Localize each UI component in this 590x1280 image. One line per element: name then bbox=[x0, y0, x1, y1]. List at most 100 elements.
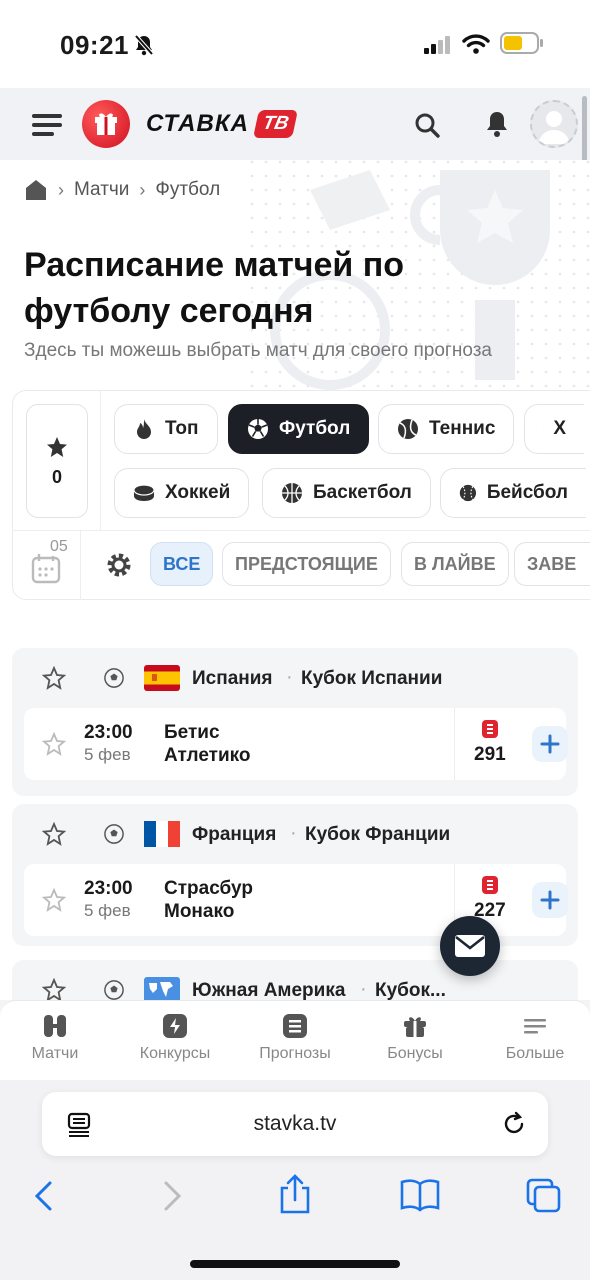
spain-flag-icon bbox=[144, 665, 180, 691]
nav-contests[interactable]: Конкурсы bbox=[120, 1013, 230, 1063]
bottom-nav: Матчи Конкурсы Прогнозы Бонусы Больше bbox=[0, 1000, 590, 1080]
favorites-filter-button[interactable]: 0 bbox=[26, 404, 88, 518]
football-icon bbox=[248, 419, 268, 439]
sport-chip-hockey[interactable]: Хоккей bbox=[114, 468, 250, 518]
star-outline-icon[interactable] bbox=[42, 822, 66, 846]
team-away: Монако bbox=[164, 901, 235, 922]
logo-gift-icon[interactable] bbox=[82, 100, 130, 148]
row-divider bbox=[454, 708, 455, 780]
football-icon bbox=[104, 980, 124, 1000]
settings-gear-icon[interactable] bbox=[106, 552, 132, 578]
matches-icon bbox=[44, 1015, 66, 1037]
url-text[interactable]: stavka.tv bbox=[42, 1112, 548, 1136]
match-date: 5 фев bbox=[84, 745, 131, 764]
team-home: Бетис bbox=[164, 722, 220, 743]
sport-chip-football[interactable]: Футбол bbox=[228, 404, 370, 454]
sport-chip-label: Х bbox=[553, 418, 566, 439]
match-row[interactable]: 23:00 5 фев Бетис Атлетико 291 bbox=[24, 708, 568, 780]
france-flag-icon bbox=[144, 821, 180, 847]
calendar-icon bbox=[31, 554, 61, 584]
league-name[interactable]: Кубок Франции bbox=[305, 824, 450, 846]
add-button[interactable] bbox=[532, 726, 568, 762]
breadcrumb: › Матчи › Футбол bbox=[24, 178, 220, 202]
league-country[interactable]: Франция bbox=[192, 824, 276, 846]
sport-chip-baseball[interactable]: Бейсбол bbox=[440, 468, 586, 518]
sport-chip-label: Хоккей bbox=[165, 482, 231, 503]
logo-badge[interactable]: ТВ bbox=[253, 110, 299, 138]
separator-dot: · bbox=[290, 822, 297, 844]
league-name[interactable]: Кубок Испании bbox=[301, 668, 442, 690]
bell-icon[interactable] bbox=[486, 110, 508, 138]
nav-matches[interactable]: Матчи bbox=[0, 1013, 110, 1063]
avatar[interactable] bbox=[530, 100, 578, 148]
more-menu-icon bbox=[524, 1019, 546, 1034]
mail-floating-button[interactable] bbox=[440, 916, 500, 976]
logo-text[interactable]: СТАВКА bbox=[146, 110, 249, 138]
bell-muted-icon bbox=[134, 34, 154, 56]
bookmarks-icon[interactable] bbox=[400, 1178, 440, 1212]
breadcrumb-separator: › bbox=[58, 179, 64, 200]
filter-upcoming[interactable]: ПРЕДСТОЯЩИЕ bbox=[222, 542, 391, 586]
page-title: Расписание матчей по футболу сегодня bbox=[24, 246, 405, 330]
page-subtitle: Здесь ты можешь выбрать матч для своего … bbox=[24, 340, 492, 361]
breadcrumb-matches[interactable]: Матчи bbox=[74, 179, 129, 201]
league-country[interactable]: Испания bbox=[192, 668, 273, 690]
predictions-list-icon bbox=[283, 1014, 307, 1038]
gift-icon bbox=[404, 1017, 426, 1037]
sport-chip-basketball[interactable]: Баскетбол bbox=[262, 468, 431, 518]
sport-chip-label: Теннис bbox=[429, 418, 496, 439]
back-icon[interactable] bbox=[32, 1180, 56, 1212]
predictions-icon bbox=[482, 720, 498, 738]
sport-chip-tennis[interactable]: Теннис bbox=[378, 404, 515, 454]
panel-divider bbox=[12, 530, 590, 531]
star-icon bbox=[47, 436, 67, 457]
league-card: Южная Америка · Кубок... bbox=[12, 960, 578, 1000]
league-card: Испания · Кубок Испании 23:00 5 фев Бети… bbox=[12, 648, 578, 796]
tennis-ball-icon bbox=[398, 419, 418, 439]
nav-label: Конкурсы bbox=[139, 1045, 211, 1062]
team-away: Атлетико bbox=[164, 745, 251, 766]
status-time: 09:21 bbox=[60, 30, 129, 60]
star-outline-icon[interactable] bbox=[42, 732, 66, 756]
league-name[interactable]: Кубок... bbox=[375, 980, 446, 1000]
nav-predictions[interactable]: Прогнозы bbox=[240, 1013, 350, 1063]
sport-chip-top[interactable]: Топ bbox=[114, 404, 218, 454]
filter-all[interactable]: ВСЕ bbox=[150, 542, 214, 586]
predictions-icon bbox=[482, 876, 498, 894]
home-icon[interactable] bbox=[24, 178, 48, 202]
home-indicator bbox=[190, 1260, 400, 1268]
world-flag-icon bbox=[144, 977, 180, 1000]
status-bar: 09:21 bbox=[0, 0, 590, 88]
address-bar[interactable]: stavka.tv bbox=[42, 1092, 548, 1156]
share-icon[interactable] bbox=[278, 1174, 312, 1214]
add-button[interactable] bbox=[532, 882, 568, 918]
breadcrumb-separator: › bbox=[139, 179, 146, 200]
separator-dot: · bbox=[286, 666, 293, 688]
breadcrumb-football[interactable]: Футбол bbox=[155, 179, 220, 201]
panel-divider bbox=[100, 390, 101, 530]
tabs-icon[interactable] bbox=[526, 1178, 562, 1214]
plus-icon bbox=[540, 890, 560, 910]
search-icon[interactable] bbox=[414, 112, 440, 138]
star-outline-icon[interactable] bbox=[42, 978, 66, 1000]
calendar-button[interactable]: 05 bbox=[30, 538, 90, 588]
sport-chip-volleyball[interactable]: Х bbox=[524, 404, 584, 454]
separator-dot: · bbox=[360, 978, 367, 1000]
fire-icon bbox=[137, 419, 151, 439]
sport-chip-label: Топ bbox=[165, 418, 199, 439]
nav-label: Больше bbox=[505, 1045, 565, 1062]
envelope-icon bbox=[455, 935, 485, 957]
star-outline-icon[interactable] bbox=[42, 666, 66, 690]
forward-icon[interactable] bbox=[160, 1180, 184, 1212]
filter-finished[interactable]: ЗАВЕ bbox=[514, 542, 590, 586]
reload-icon[interactable] bbox=[500, 1110, 528, 1138]
star-outline-icon[interactable] bbox=[42, 888, 66, 912]
nav-more[interactable]: Больше bbox=[480, 1013, 590, 1063]
filter-live[interactable]: В ЛАЙВЕ bbox=[401, 542, 509, 586]
lightning-icon bbox=[163, 1014, 187, 1038]
site-header: СТАВКА ТВ bbox=[0, 88, 590, 186]
nav-bonuses[interactable]: Бонусы bbox=[360, 1013, 470, 1063]
menu-icon[interactable] bbox=[32, 114, 62, 136]
favorites-count: 0 bbox=[51, 466, 62, 487]
league-country[interactable]: Южная Америка bbox=[192, 980, 345, 1000]
